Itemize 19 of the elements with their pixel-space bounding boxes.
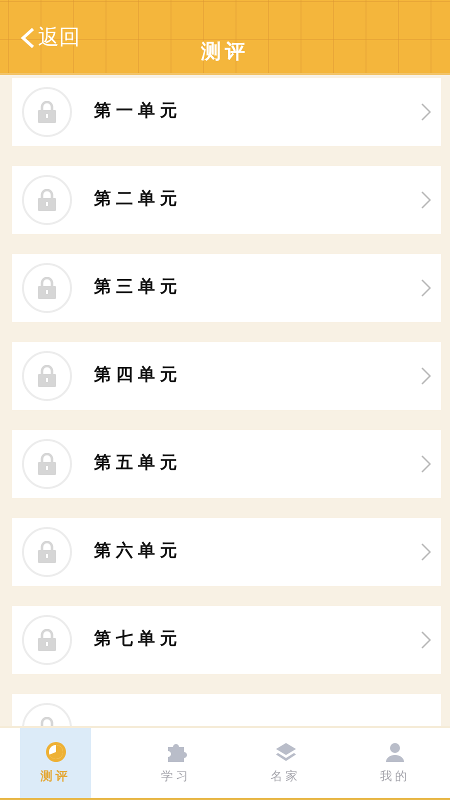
chevron-icon: [421, 367, 431, 385]
chevron-icon: [421, 279, 431, 297]
layers-icon: [274, 741, 296, 763]
unit-row[interactable]: 第五单元: [12, 430, 441, 498]
unit-row[interactable]: 第六单元: [12, 518, 441, 586]
chevron-icon: [421, 631, 431, 649]
unit-row[interactable]: 第三单元: [12, 254, 441, 322]
page-title: 测评: [200, 38, 250, 65]
chevron-icon: [421, 455, 431, 473]
chevron-icon: [421, 543, 431, 561]
clock-icon: [44, 741, 66, 763]
chevron-icon: [421, 191, 431, 209]
person-icon: [384, 741, 406, 763]
unit-row[interactable]: 第一单元: [12, 78, 441, 146]
chevron-icon: [421, 103, 431, 121]
unit-row[interactable]: 第二单元: [12, 166, 441, 234]
chevron-left-icon: [20, 26, 36, 49]
unit-row[interactable]: 第七单元: [12, 606, 441, 674]
unit-row[interactable]: 第四单元: [12, 342, 441, 410]
